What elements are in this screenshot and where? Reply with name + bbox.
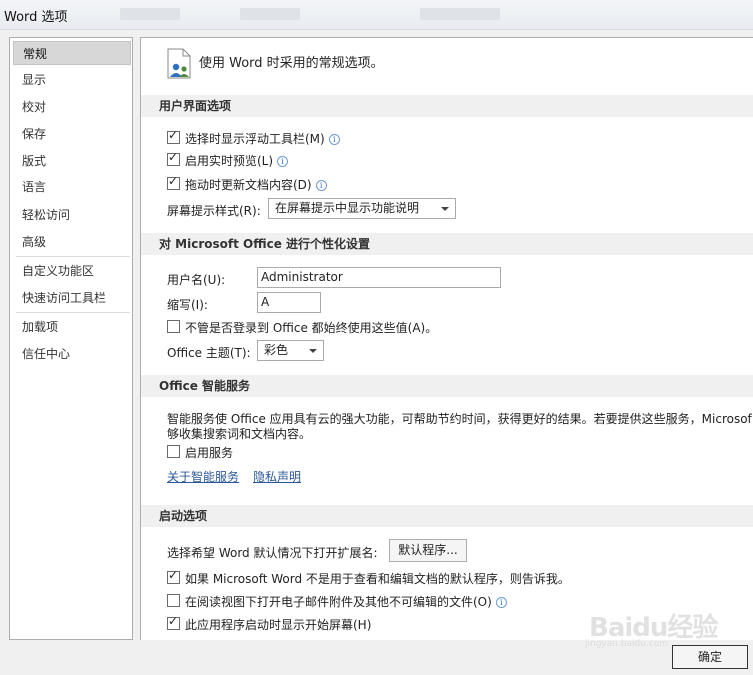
- default-extensions-label: 选择希望 Word 默认情况下打开扩展名:: [167, 546, 378, 560]
- show-start-screen-label[interactable]: 此应用程序启动时显示开始屏幕(H): [185, 616, 371, 633]
- floating-toolbar-label[interactable]: 选择时显示浮动工具栏(M): [185, 132, 325, 146]
- section-header-personalize: 对 Microsoft Office 进行个性化设置: [141, 233, 753, 255]
- live-preview-option: 启用实时预览(L) i: [185, 152, 289, 169]
- screentip-style-label: 屏幕提示样式(R):: [167, 204, 261, 218]
- office-theme-label: Office 主题(T):: [167, 346, 251, 360]
- sidebar-item-general[interactable]: 常规: [13, 41, 131, 65]
- check-mark-icon: ✓: [168, 174, 179, 188]
- sidebar-item-language[interactable]: 语言: [13, 175, 131, 199]
- update-drag-checkbox[interactable]: ✓: [167, 174, 180, 190]
- privacy-statement-link[interactable]: 隐私声明: [253, 468, 301, 485]
- office-theme-dropdown[interactable]: 彩色: [257, 340, 324, 361]
- update-drag-option: 拖动时更新文档内容(D) i: [185, 176, 327, 193]
- section-header-startup: 启动选项: [141, 505, 753, 527]
- check-mark-icon: ✓: [168, 128, 179, 142]
- info-icon[interactable]: i: [277, 156, 289, 167]
- floating-toolbar-checkbox[interactable]: ✓: [167, 128, 180, 144]
- enable-services-label[interactable]: 启用服务: [185, 444, 233, 461]
- title-bar: Word 选项: [0, 0, 753, 30]
- window-title: Word 选项: [4, 10, 68, 25]
- section-header-intelligent-services: Office 智能服务: [141, 375, 753, 397]
- general-options-icon: [167, 48, 191, 79]
- intelligent-services-description-line2: 够收集搜索词和文档内容。: [167, 427, 312, 441]
- sidebar-item-accessibility[interactable]: 轻松访问: [13, 203, 131, 227]
- sidebar-item-trust-center[interactable]: 信任中心: [13, 342, 131, 366]
- tell-me-default-label[interactable]: 如果 Microsoft Word 不是用于查看和编辑文档的默认程序，则告诉我。: [185, 570, 570, 587]
- office-theme-value: 彩色: [264, 343, 289, 357]
- sidebar-item-proofing[interactable]: 校对: [13, 95, 131, 119]
- chevron-down-icon: [441, 207, 449, 211]
- initials-input[interactable]: A: [257, 292, 321, 313]
- live-preview-label[interactable]: 启用实时预览(L): [185, 154, 273, 168]
- initials-label: 缩写(I):: [167, 298, 208, 312]
- sidebar-item-advanced[interactable]: 高级: [13, 230, 131, 254]
- sidebar-item-customize-ribbon[interactable]: 自定义功能区: [13, 259, 131, 283]
- screentip-style-dropdown[interactable]: 在屏幕提示中显示功能说明: [268, 198, 456, 219]
- show-start-screen-checkbox[interactable]: ✓: [167, 614, 180, 630]
- open-attachments-reading-view-checkbox[interactable]: [167, 594, 180, 607]
- watermark-subtext: jingyan.baidu.com: [585, 639, 669, 649]
- sidebar-item-add-ins[interactable]: 加载项: [13, 315, 131, 339]
- ok-button[interactable]: 确定: [672, 645, 748, 669]
- background-toolbar-ghost: [120, 8, 180, 20]
- sidebar-item-typography[interactable]: 版式: [13, 149, 131, 173]
- sidebar-item-quick-access-toolbar[interactable]: 快速访问工具栏: [13, 286, 131, 310]
- username-input[interactable]: Administrator: [257, 267, 501, 288]
- check-mark-icon: ✓: [168, 568, 179, 582]
- background-toolbar-ghost: [240, 8, 300, 20]
- info-icon[interactable]: i: [315, 180, 327, 191]
- chevron-down-icon: [309, 349, 317, 353]
- update-drag-label[interactable]: 拖动时更新文档内容(D): [185, 178, 312, 192]
- check-mark-icon: ✓: [168, 150, 179, 164]
- section-header-ui-options: 用户界面选项: [141, 95, 753, 117]
- category-sidebar: 常规 显示 校对 保存 版式 语言 轻松访问 高级 自定义功能区 快速访问工具栏…: [9, 37, 133, 640]
- background-toolbar-ghost: [420, 8, 500, 20]
- check-mark-icon: ✓: [168, 614, 179, 628]
- info-icon[interactable]: i: [328, 134, 340, 145]
- screentip-style-value: 在屏幕提示中显示功能说明: [275, 201, 420, 215]
- open-attachments-reading-view-label[interactable]: 在阅读视图下打开电子邮件附件及其他不可编辑的文件(O): [185, 595, 492, 609]
- username-label: 用户名(U):: [167, 273, 226, 287]
- open-attachments-reading-view-option: 在阅读视图下打开电子邮件附件及其他不可编辑的文件(O) i: [185, 593, 507, 610]
- live-preview-checkbox[interactable]: ✓: [167, 150, 180, 166]
- tell-me-default-checkbox[interactable]: ✓: [167, 568, 180, 584]
- sidebar-item-save[interactable]: 保存: [13, 122, 131, 146]
- options-panel: 使用 Word 时采用的常规选项。 用户界面选项 ✓ 选择时显示浮动工具栏(M)…: [140, 37, 753, 640]
- info-icon[interactable]: i: [495, 597, 507, 608]
- sidebar-item-display[interactable]: 显示: [13, 68, 131, 92]
- always-use-values-label[interactable]: 不管是否登录到 Office 都始终使用这些值(A)。: [185, 319, 437, 336]
- enable-services-checkbox[interactable]: [167, 445, 180, 458]
- page-heading: 使用 Word 时采用的常规选项。: [199, 56, 384, 71]
- always-use-values-checkbox[interactable]: [167, 320, 180, 333]
- floating-toolbar-option: 选择时显示浮动工具栏(M) i: [185, 130, 340, 147]
- default-programs-button[interactable]: 默认程序...: [389, 539, 467, 562]
- sidebar-divider: [16, 312, 130, 313]
- about-intelligent-services-link[interactable]: 关于智能服务: [167, 468, 239, 485]
- sidebar-divider: [16, 256, 130, 257]
